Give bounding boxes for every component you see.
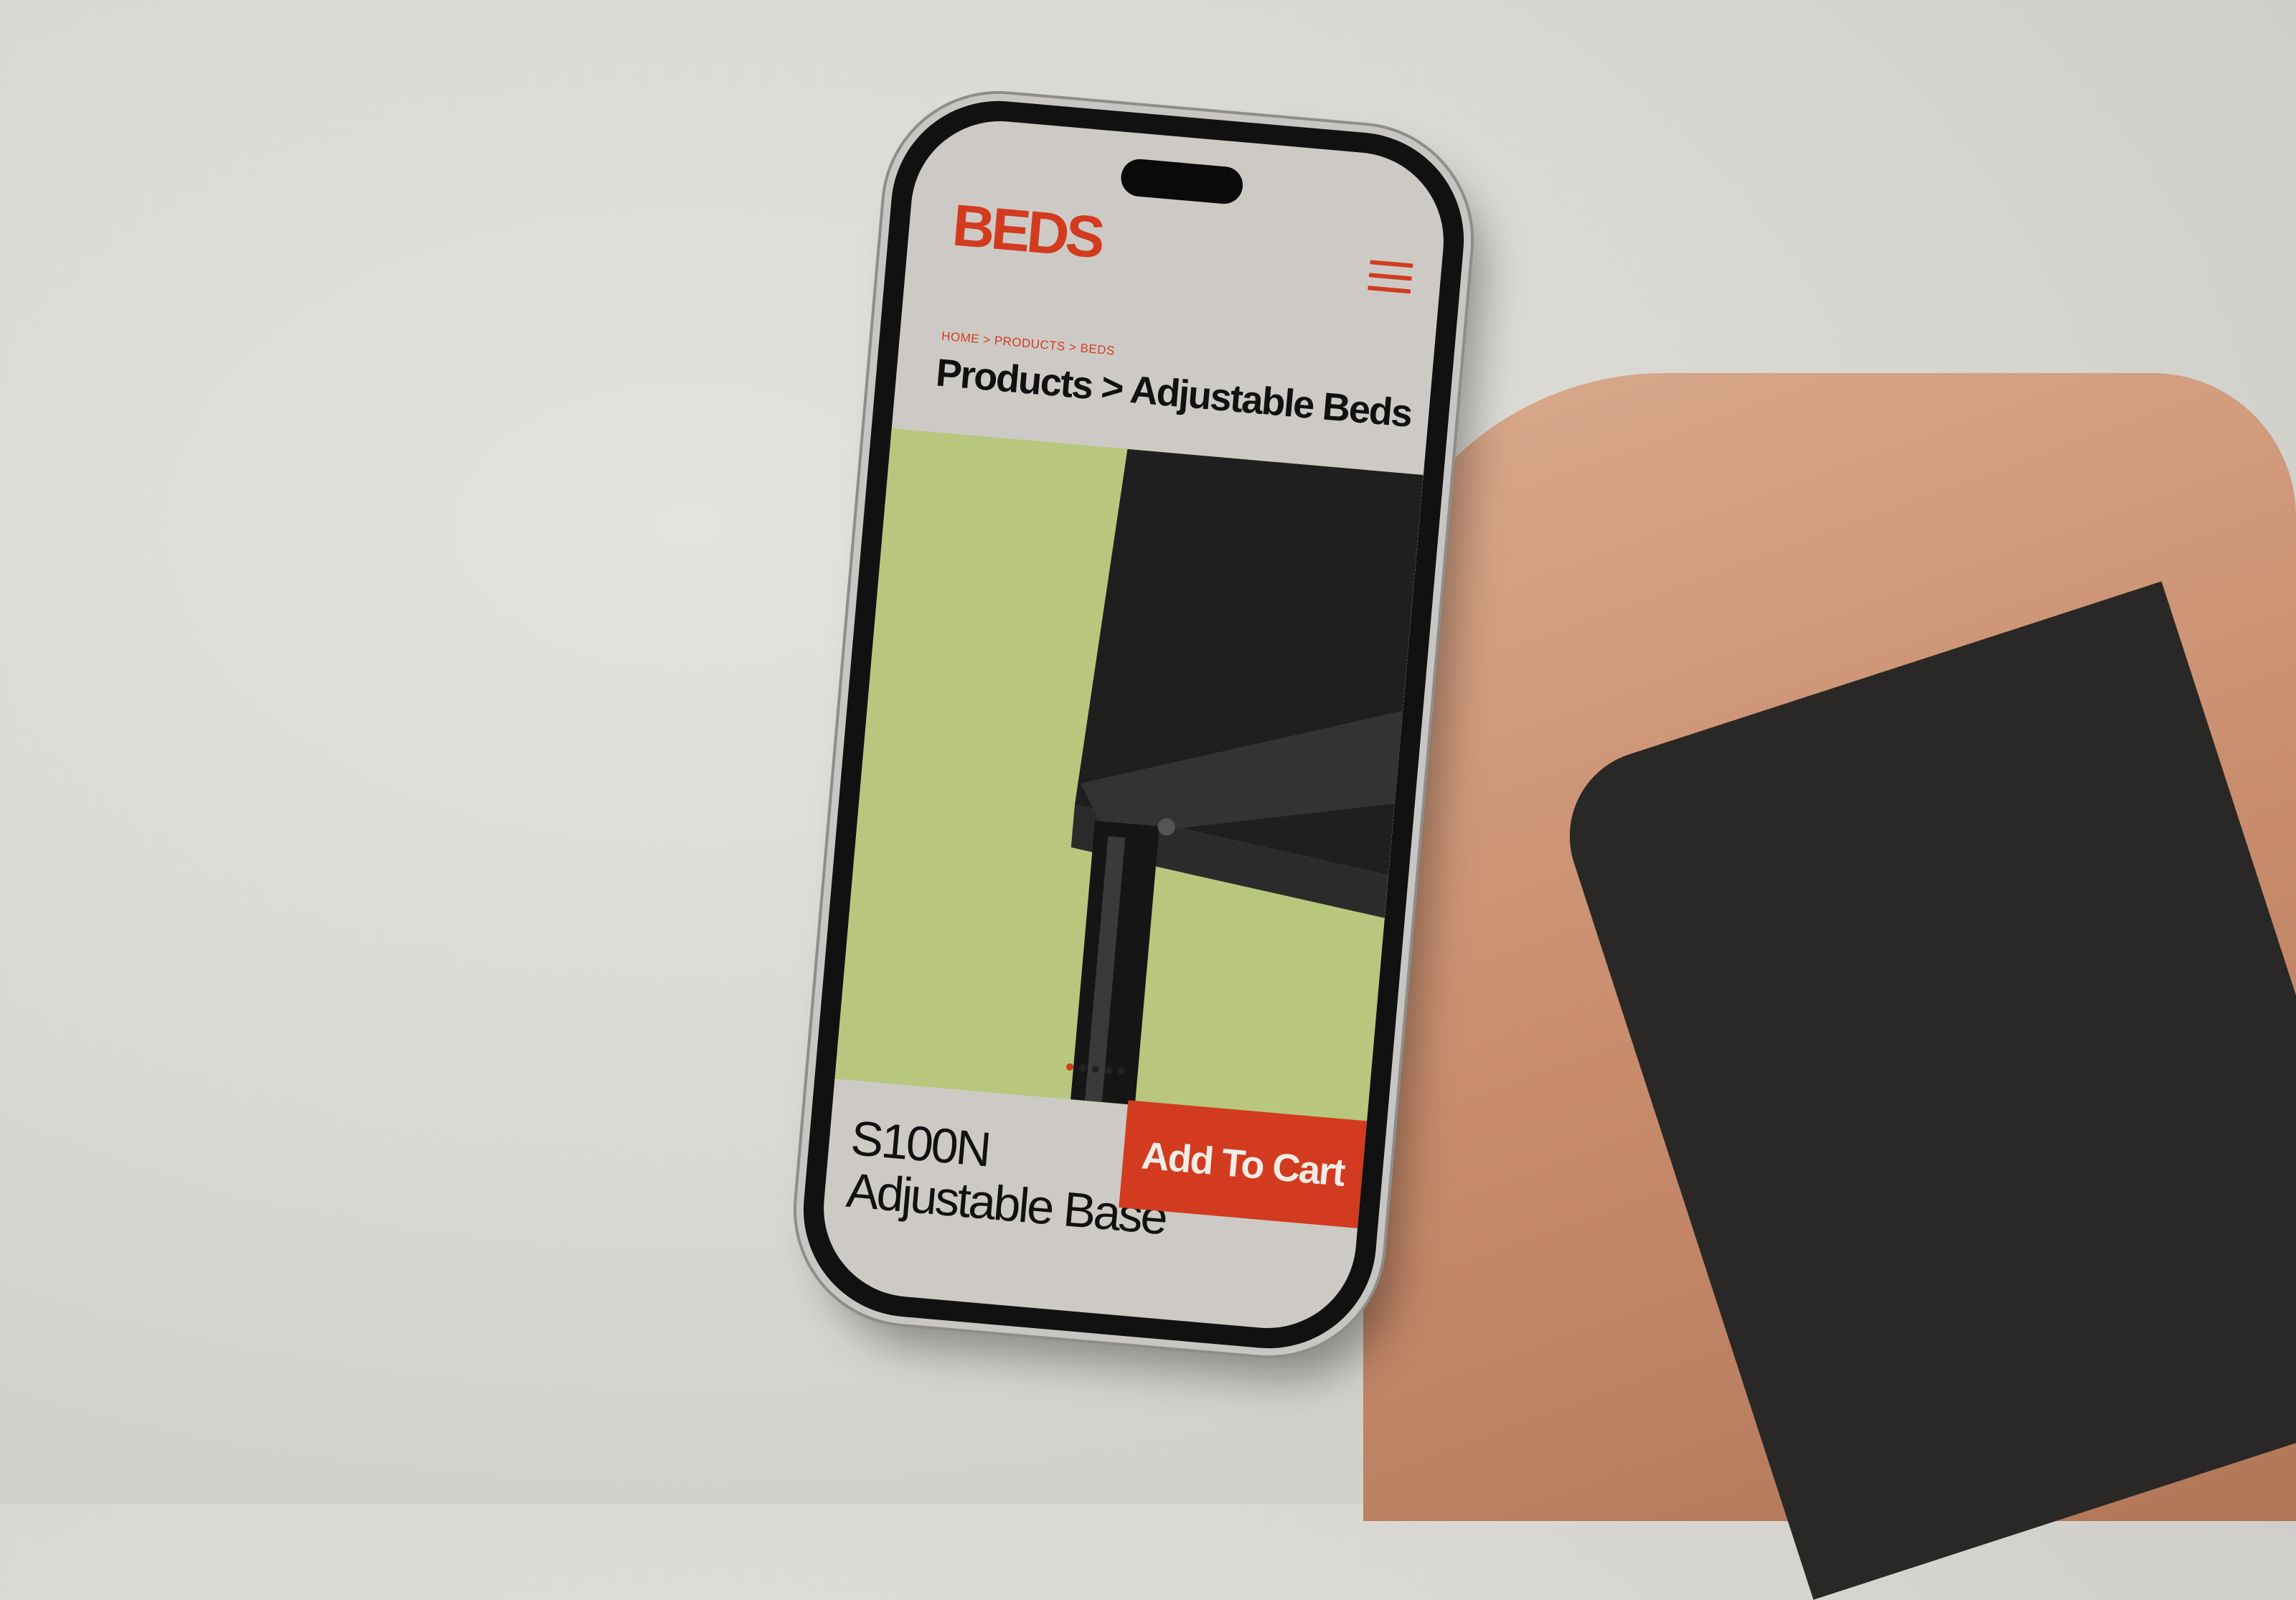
carousel-dot[interactable]	[1065, 1063, 1074, 1071]
hamburger-menu-icon	[1368, 273, 1412, 281]
carousel-dot[interactable]	[1117, 1067, 1126, 1076]
brand-logo[interactable]: BEDS	[950, 193, 1104, 271]
photo-scene: BEDS HOME > PRODUCTS > BEDS Products > A…	[0, 0, 2296, 1600]
hamburger-menu-icon	[1370, 260, 1413, 268]
product-image	[834, 428, 1424, 1126]
dynamic-island	[1119, 157, 1245, 206]
shadow	[1547, 581, 2296, 1600]
menu-button[interactable]	[1368, 260, 1413, 294]
carousel-dot[interactable]	[1091, 1065, 1100, 1073]
hamburger-menu-icon	[1368, 286, 1411, 294]
carousel-dot[interactable]	[1078, 1064, 1087, 1073]
carousel-dot[interactable]	[1104, 1066, 1113, 1075]
phone-screen: BEDS HOME > PRODUCTS > BEDS Products > A…	[816, 113, 1452, 1336]
phone: BEDS HOME > PRODUCTS > BEDS Products > A…	[794, 92, 1473, 1357]
page-title: Products > Adjustable Beds	[934, 351, 1413, 436]
add-to-cart-button[interactable]: Add To Cart	[1119, 1100, 1368, 1228]
product-image-carousel[interactable]	[834, 428, 1424, 1126]
